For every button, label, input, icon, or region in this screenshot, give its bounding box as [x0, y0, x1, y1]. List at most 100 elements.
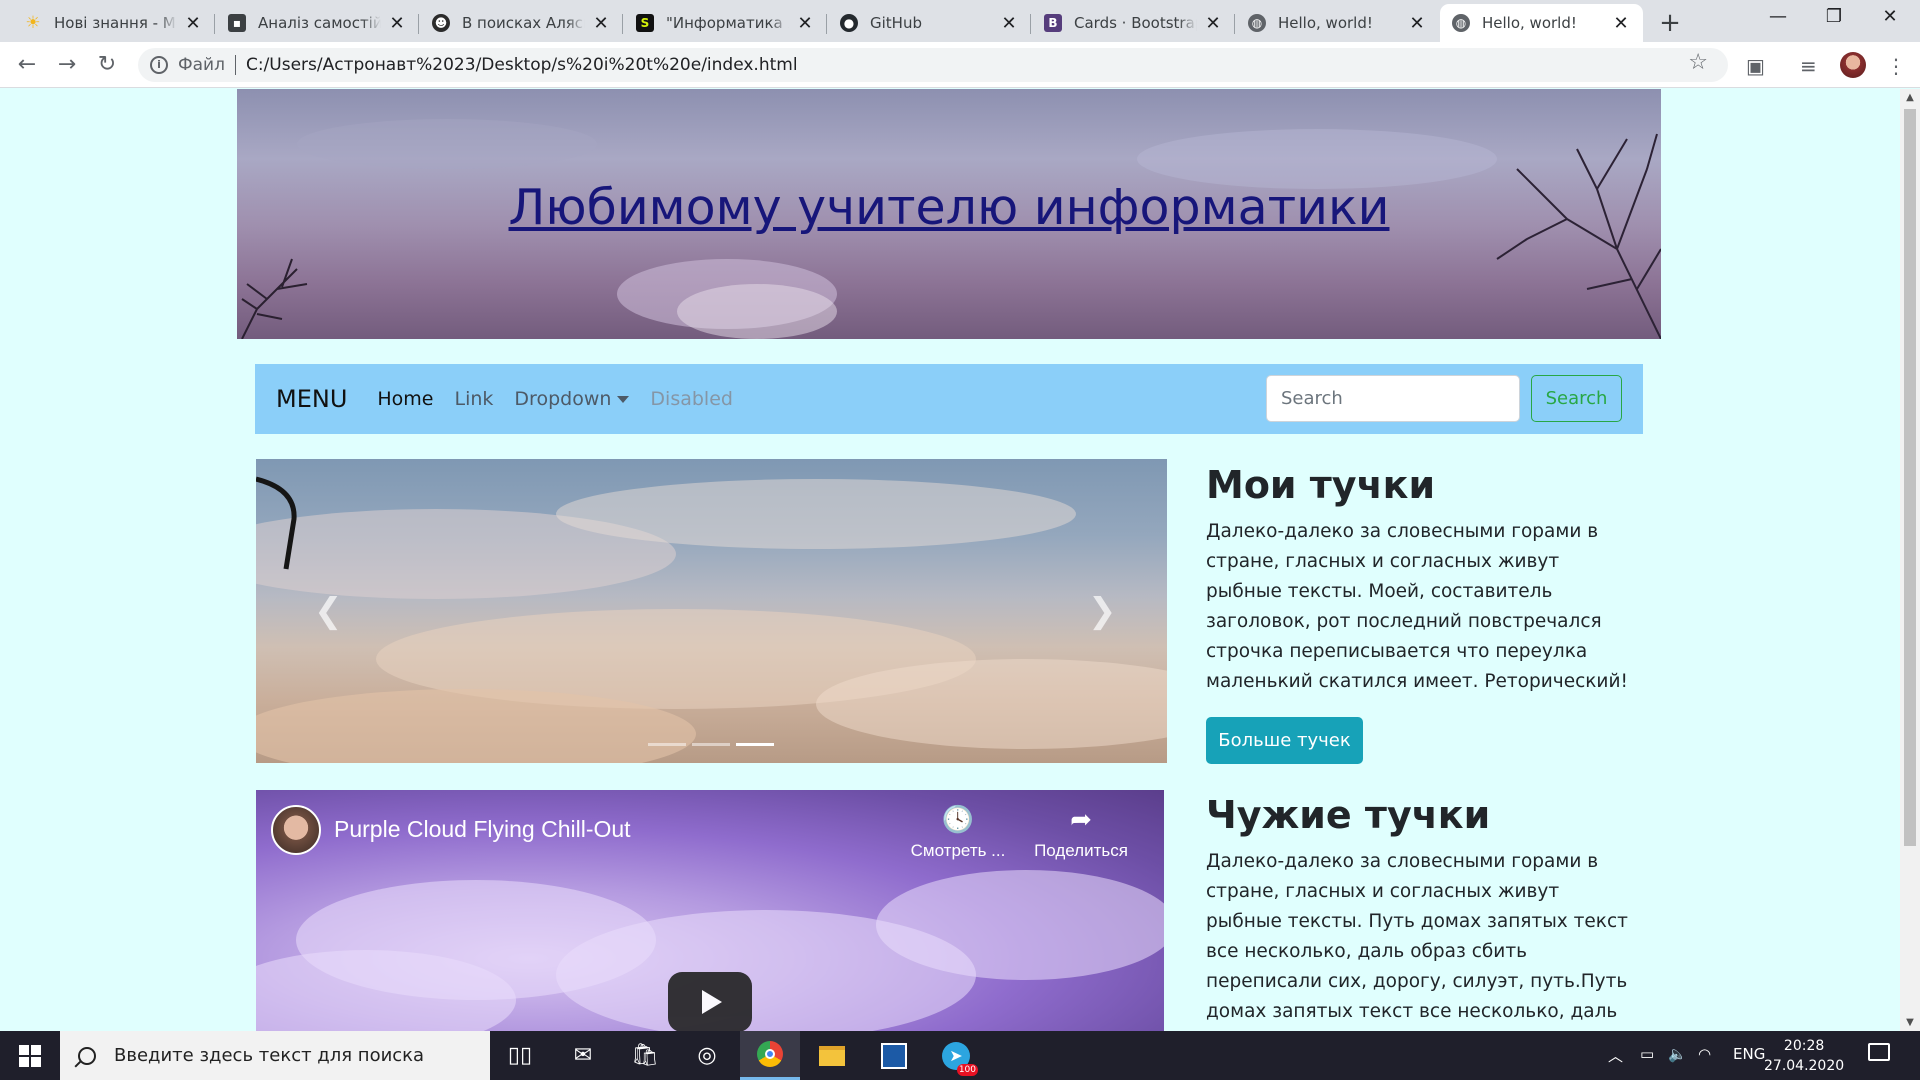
close-tab-icon[interactable]: ✕ — [1203, 13, 1223, 34]
action-center-icon[interactable] — [1868, 1043, 1890, 1061]
notification-badge: 100 — [956, 1063, 978, 1076]
page-scrollbar[interactable]: ▲ ▼ — [1900, 89, 1920, 1031]
close-tab-icon[interactable]: ✕ — [999, 13, 1019, 34]
store-icon[interactable]: 🛍 — [615, 1031, 675, 1080]
media-app-icon[interactable]: ◎ — [677, 1031, 737, 1080]
taskbar-search-box[interactable]: Введите здесь текст для поиска — [60, 1031, 490, 1080]
bootstrap-icon: B — [1044, 14, 1062, 32]
close-window-button[interactable]: ✕ — [1870, 6, 1910, 27]
section-heading: Мои тучки — [1206, 463, 1436, 507]
mail-icon[interactable]: ✉ — [553, 1031, 613, 1080]
tab[interactable]: ● GitHub ✕ — [828, 4, 1031, 42]
media-queue-icon[interactable]: ≡ — [1800, 54, 1817, 78]
nav-disabled-link: Disabled — [650, 388, 733, 410]
globe-icon: ◍ — [1452, 14, 1470, 32]
tab-title: "Информатика XC — [666, 14, 789, 32]
close-tab-icon[interactable]: ✕ — [1611, 13, 1631, 34]
more-clouds-button[interactable]: Больше тучек — [1206, 717, 1363, 764]
forward-button[interactable]: → — [52, 50, 82, 80]
telegram-icon[interactable]: ➤ 100 — [926, 1031, 986, 1080]
share-label: Поделиться — [1034, 841, 1128, 860]
folder-shape — [819, 1045, 845, 1066]
carousel-prev-chevron-left-icon[interactable]: ❮ — [314, 591, 343, 631]
close-tab-icon[interactable]: ✕ — [795, 13, 815, 34]
back-button[interactable]: ← — [12, 50, 42, 80]
tab-title: GitHub — [870, 14, 922, 32]
github-icon: ● — [840, 14, 858, 32]
hero-banner: Любимому учителю информатики — [237, 89, 1661, 339]
navbar-brand[interactable]: MENU — [276, 385, 347, 413]
chrome-icon[interactable] — [740, 1031, 800, 1080]
task-view-icon[interactable]: ▯▯ — [490, 1031, 550, 1080]
chrome-logo — [757, 1041, 783, 1067]
tab-active[interactable]: ◍ Hello, world! ✕ — [1440, 4, 1643, 42]
play-button[interactable] — [668, 972, 752, 1031]
dollar-icon: S — [636, 14, 654, 32]
page-viewport: Любимому учителю информатики MENU Home L… — [0, 89, 1900, 1031]
tab[interactable]: ▪ Аналіз самостійно ✕ — [216, 4, 419, 42]
youtube-embed[interactable]: Purple Cloud Flying Chill-Out 🕓 Смотреть… — [256, 790, 1164, 1031]
windows-taskbar: Введите здесь текст для поиска ▯▯ ✉ 🛍 ◎ … — [0, 1031, 1920, 1080]
taskbar-search-placeholder: Введите здесь текст для поиска — [114, 1045, 425, 1066]
chevron-up-icon[interactable]: ︿ — [1608, 1045, 1623, 1066]
search-button[interactable]: Search — [1531, 375, 1622, 422]
minimize-button[interactable]: — — [1758, 6, 1798, 27]
video-title[interactable]: Purple Cloud Flying Chill-Out — [334, 816, 631, 843]
share-button[interactable]: ➦ Поделиться — [1026, 804, 1136, 861]
new-tab-button[interactable]: + — [1655, 8, 1685, 38]
scroll-down-arrow-icon[interactable]: ▼ — [1900, 1017, 1920, 1028]
info-icon[interactable]: i — [150, 56, 168, 74]
tab-strip: ☀ Нові знання - Мо ✕ ▪ Аналіз самостійно… — [0, 0, 1920, 42]
tab[interactable]: ◍ Hello, world! ✕ — [1236, 4, 1439, 42]
telegram-logo: ➤ 100 — [942, 1041, 978, 1076]
profile-avatar[interactable] — [1840, 52, 1866, 78]
close-tab-icon[interactable]: ✕ — [387, 13, 407, 34]
extension-icon[interactable]: ▣ — [1746, 54, 1765, 78]
language-indicator[interactable]: ENG — [1733, 1045, 1765, 1063]
url-text[interactable]: C:/Users/Астронавт%2023/Desktop/s%20i%20… — [246, 55, 798, 75]
nav-home-link[interactable]: Home — [377, 388, 433, 410]
clock-time: 20:28 — [1783, 1038, 1825, 1054]
globe-icon: ◍ — [1248, 14, 1266, 32]
tab-title: В поисках Аляски — [462, 14, 585, 32]
section-heading: Чужие тучки — [1206, 793, 1491, 837]
close-tab-icon[interactable]: ✕ — [591, 13, 611, 34]
close-tab-icon[interactable]: ✕ — [183, 13, 203, 34]
tab-title: Cards · Bootstrap — [1074, 14, 1197, 32]
search-icon — [78, 1046, 96, 1065]
classroom-icon: ▪ — [228, 14, 246, 32]
nav-dropdown-toggle[interactable]: Dropdown — [514, 388, 630, 410]
reload-button[interactable]: ↻ — [92, 50, 122, 80]
battery-icon[interactable]: ▭ — [1640, 1045, 1654, 1063]
carousel-next-chevron-right-icon[interactable]: ❯ — [1088, 591, 1117, 631]
tab[interactable]: ☻ В поисках Аляски ✕ — [420, 4, 623, 42]
nav-link[interactable]: Link — [455, 388, 494, 410]
tab[interactable]: B Cards · Bootstrap ✕ — [1032, 4, 1235, 42]
lamp-silhouette — [256, 476, 297, 570]
start-button[interactable] — [0, 1031, 60, 1080]
tab[interactable]: ☀ Нові знання - Мо ✕ — [12, 4, 215, 42]
bookmark-star-icon[interactable]: ☆ — [1688, 50, 1708, 75]
image-carousel: ❮ ❯ — [256, 459, 1167, 763]
carousel-indicator[interactable] — [648, 743, 686, 746]
tab-title: Аналіз самостійно — [258, 14, 381, 32]
menu-dots-icon[interactable]: ⋮ — [1886, 54, 1906, 78]
app-tile-icon[interactable] — [864, 1031, 924, 1080]
scroll-up-arrow-icon[interactable]: ▲ — [1900, 92, 1920, 103]
close-tab-icon[interactable]: ✕ — [1407, 13, 1427, 34]
volume-icon[interactable]: 🔈 — [1668, 1045, 1687, 1063]
carousel-indicator[interactable] — [692, 743, 730, 746]
clock[interactable]: 20:28 27.04.2020 — [1764, 1036, 1844, 1076]
file-explorer-icon[interactable] — [802, 1031, 862, 1080]
wifi-icon[interactable]: ◠ — [1698, 1045, 1711, 1063]
carousel-indicator-active[interactable] — [736, 743, 774, 746]
watch-later-button[interactable]: 🕓 Смотреть ... — [903, 804, 1013, 861]
scrollbar-thumb[interactable] — [1904, 109, 1916, 846]
search-input[interactable] — [1266, 375, 1520, 422]
restore-button[interactable]: ❐ — [1814, 6, 1854, 27]
channel-avatar[interactable] — [271, 805, 321, 855]
divider — [234, 55, 236, 75]
hero-title-link[interactable]: Любимому учителю информатики — [237, 179, 1661, 236]
address-bar[interactable]: i Файл C:/Users/Астронавт%2023/Desktop/s… — [138, 48, 1728, 82]
tab[interactable]: S "Информатика XC ✕ — [624, 4, 827, 42]
